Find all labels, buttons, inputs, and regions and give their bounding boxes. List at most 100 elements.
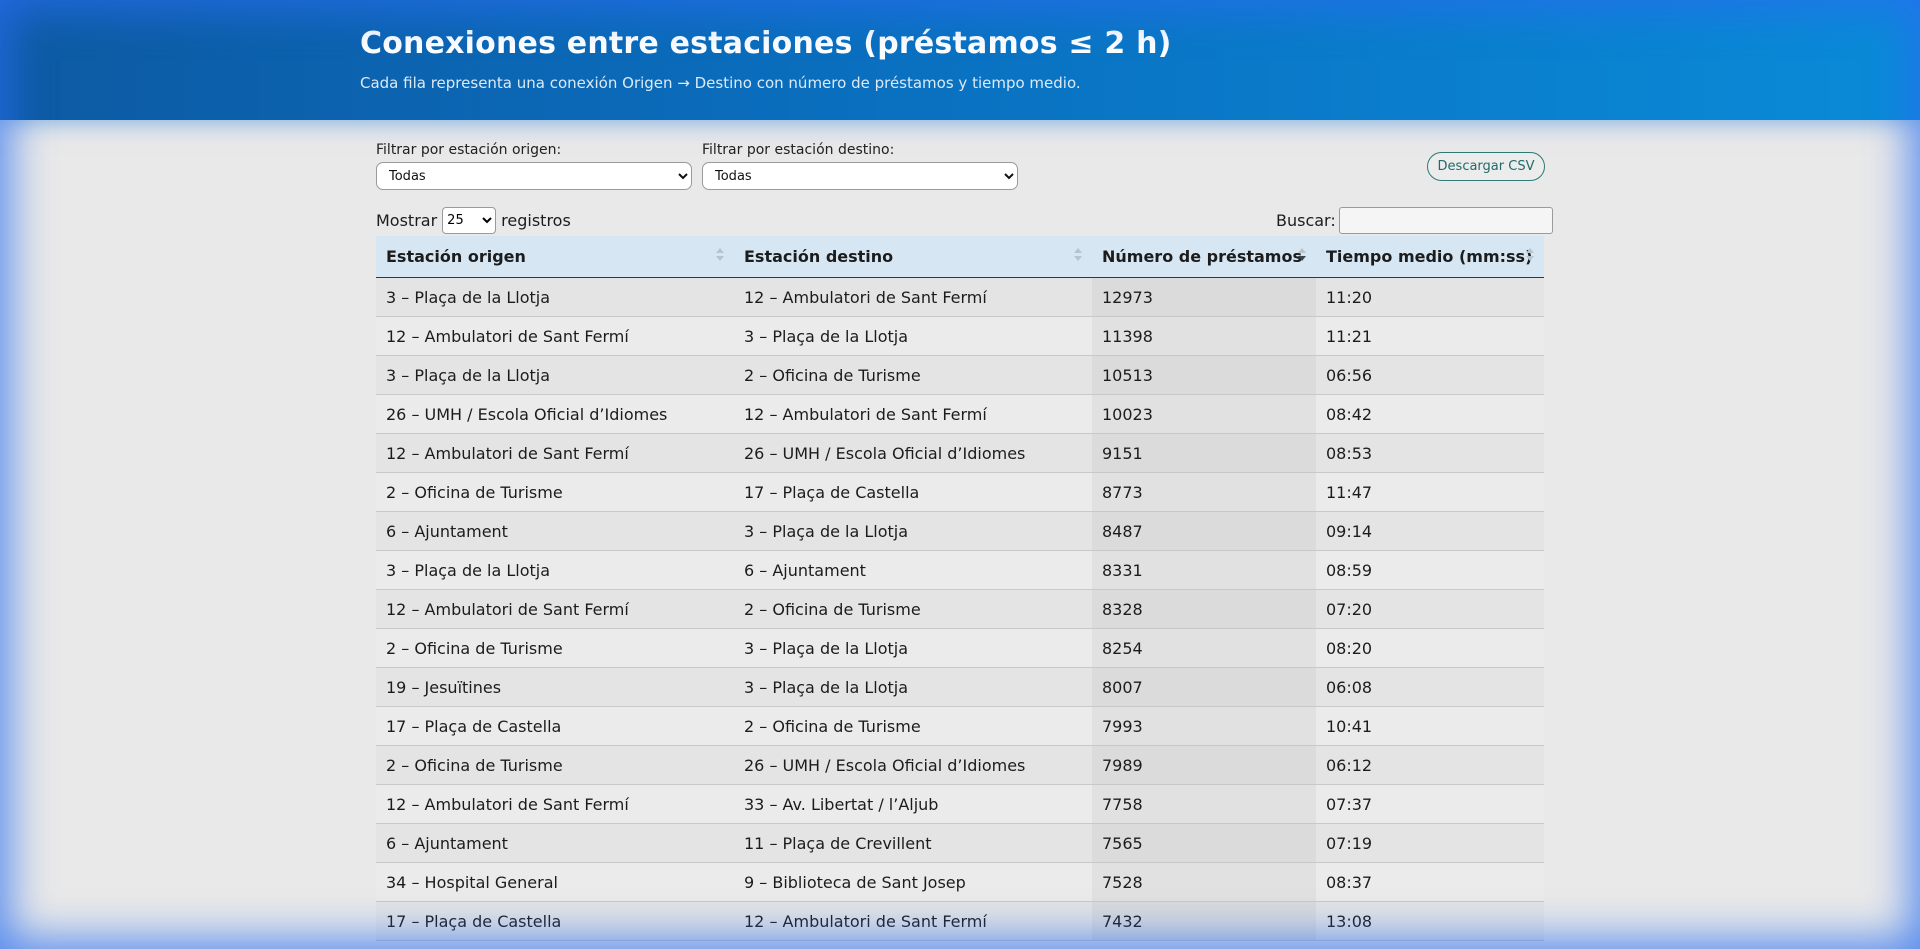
cell-origin: 3 – Plaça de la Llotja [376,355,734,395]
cell-destination: 11 – Plaça de Crevillent [734,823,1092,863]
cell-loans: 8328 [1092,589,1316,629]
cell-destination: 6 – Ajuntament [734,550,1092,590]
cell-destination: 12 – Ambulatori de Sant Fermí [734,901,1092,941]
cell-loans: 10513 [1092,355,1316,395]
cell-avg-time: 08:42 [1316,394,1544,434]
column-header-avg-time[interactable]: Tiempo medio (mm:ss) [1316,236,1544,278]
cell-origin: 19 – Jesuïtines [376,667,734,707]
page-title: Conexiones entre estaciones (préstamos ≤… [360,26,1172,61]
download-csv-button[interactable]: Descargar CSV [1427,152,1545,181]
cell-origin: 26 – UMH / Escola Oficial d’Idiomes [376,394,734,434]
cell-loans: 7989 [1092,745,1316,785]
cell-loans: 8254 [1092,628,1316,668]
origin-filter: Filtrar por estación origen: Todas [376,142,692,190]
table-row: 3 – Plaça de la Llotja 12 – Ambulatori de… [376,277,1544,317]
column-header-destination[interactable]: Estación destino [734,236,1092,278]
origin-filter-select[interactable]: Todas [376,162,692,190]
origin-filter-label: Filtrar por estación origen: [376,142,562,158]
cell-loans: 9151 [1092,433,1316,473]
cell-avg-time: 06:12 [1316,745,1544,785]
cell-avg-time: 08:53 [1316,433,1544,473]
column-header-label: Estación destino [744,247,894,266]
cell-loans: 7993 [1092,706,1316,746]
cell-origin: 12 – Ambulatori de Sant Fermí [376,433,734,473]
column-header-label: Estación origen [386,247,526,266]
cell-destination: 12 – Ambulatori de Sant Fermí [734,394,1092,434]
cell-destination: 9 – Biblioteca de Sant Josep [734,862,1092,902]
cell-origin: 3 – Plaça de la Llotja [376,550,734,590]
cell-loans: 10023 [1092,394,1316,434]
cell-loans: 12973 [1092,277,1316,317]
table-row: 2 – Oficina de Turisme 3 – Plaça de la Ll… [376,628,1544,668]
cell-avg-time: 11:21 [1316,316,1544,356]
cell-loans: 7565 [1092,823,1316,863]
cell-avg-time: 11:20 [1316,277,1544,317]
table-header: Estación origen Estación destino Número … [376,236,1544,278]
search-input[interactable] [1338,207,1553,234]
cell-origin: 12 – Ambulatori de Sant Fermí [376,589,734,629]
cell-origin: 2 – Oficina de Turisme [376,628,734,668]
cell-avg-time: 08:20 [1316,628,1544,668]
records-label: registros [501,211,571,230]
show-label: Mostrar [376,211,438,230]
table-row: 3 – Plaça de la Llotja 6 – Ajuntament 8331… [376,550,1544,590]
column-header-label: Número de préstamos [1102,247,1302,266]
search-label: Buscar: [1276,211,1336,230]
cell-avg-time: 07:20 [1316,589,1544,629]
page-length-select[interactable]: 25 [442,207,497,234]
table-header-row: Estación origen Estación destino Número … [376,236,1544,278]
table-row: 12 – Ambulatori de Sant Fermí 26 – UMH / … [376,433,1544,473]
cell-destination: 2 – Oficina de Turisme [734,589,1092,629]
cell-destination: 3 – Plaça de la Llotja [734,316,1092,356]
cell-avg-time: 08:59 [1316,550,1544,590]
destination-filter-label: Filtrar por estación destino: [702,142,895,158]
cell-loans: 8773 [1092,472,1316,512]
cell-destination: 26 – UMH / Escola Oficial d’Idiomes [734,433,1092,473]
cell-destination: 12 – Ambulatori de Sant Fermí [734,277,1092,317]
sort-icon [1526,248,1534,264]
cell-avg-time: 06:08 [1316,667,1544,707]
cell-loans: 11398 [1092,316,1316,356]
cell-loans: 8331 [1092,550,1316,590]
sort-icon [1074,248,1082,264]
cell-loans: 7432 [1092,901,1316,941]
destination-filter-select[interactable]: Todas [702,162,1018,190]
cell-origin: 34 – Hospital General [376,862,734,902]
table-body: 3 – Plaça de la Llotja 12 – Ambulatori de… [376,277,1544,941]
cell-origin: 17 – Plaça de Castella [376,706,734,746]
cell-origin: 2 – Oficina de Turisme [376,472,734,512]
column-header-origin[interactable]: Estación origen [376,236,734,278]
search-control: Buscar: [1276,207,1553,234]
cell-avg-time: 11:47 [1316,472,1544,512]
cell-avg-time: 06:56 [1316,355,1544,395]
table-row: 6 – Ajuntament 3 – Plaça de la Llotja 8487… [376,511,1544,551]
cell-origin: 6 – Ajuntament [376,823,734,863]
table-row: 34 – Hospital General 9 – Biblioteca de S… [376,862,1544,902]
cell-origin: 12 – Ambulatori de Sant Fermí [376,316,734,356]
cell-avg-time: 07:19 [1316,823,1544,863]
cell-loans: 7528 [1092,862,1316,902]
table-row: 2 – Oficina de Turisme 26 – UMH / Escola … [376,745,1544,785]
cell-origin: 12 – Ambulatori de Sant Fermí [376,784,734,824]
column-header-label: Tiempo medio (mm:ss) [1326,247,1533,266]
table-row: 17 – Plaça de Castella 12 – Ambulatori de… [376,901,1544,941]
cell-loans: 7758 [1092,784,1316,824]
cell-origin: 2 – Oficina de Turisme [376,745,734,785]
table-row: 12 – Ambulatori de Sant Fermí 33 – Av. Li… [376,784,1544,824]
page-subtitle: Cada fila representa una conexión Origen… [360,74,1081,92]
cell-destination: 33 – Av. Libertat / l’Aljub [734,784,1092,824]
cell-destination: 2 – Oficina de Turisme [734,706,1092,746]
cell-avg-time: 13:08 [1316,901,1544,941]
page-header: Conexiones entre estaciones (préstamos ≤… [0,0,1920,120]
cell-loans: 8487 [1092,511,1316,551]
cell-loans: 8007 [1092,667,1316,707]
column-header-loans[interactable]: Número de préstamos [1092,236,1316,278]
cell-origin: 3 – Plaça de la Llotja [376,277,734,317]
cell-destination: 2 – Oficina de Turisme [734,355,1092,395]
cell-destination: 3 – Plaça de la Llotja [734,667,1092,707]
cell-destination: 17 – Plaça de Castella [734,472,1092,512]
cell-origin: 17 – Plaça de Castella [376,901,734,941]
sort-icon [716,248,724,264]
destination-filter: Filtrar por estación destino: Todas [702,142,1018,190]
cell-avg-time: 07:37 [1316,784,1544,824]
